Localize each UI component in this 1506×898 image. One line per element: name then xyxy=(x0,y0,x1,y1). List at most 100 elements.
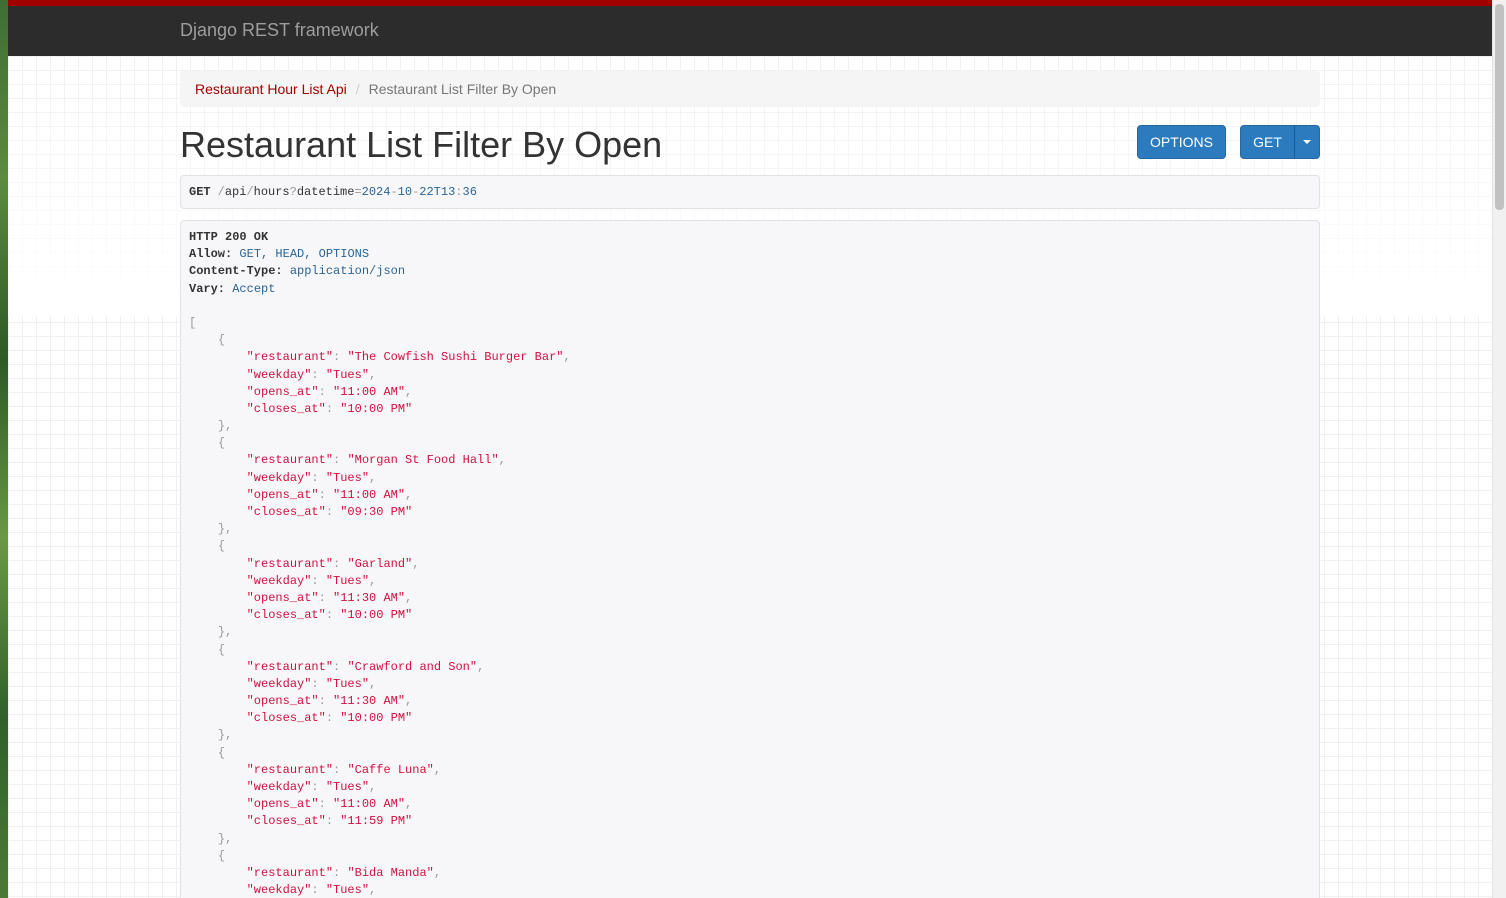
json-key: "weekday" xyxy=(246,883,312,898)
json-value-restaurant: "Bida Manda" xyxy=(347,865,434,880)
header-key: Content-Type: xyxy=(189,264,283,279)
json-line: }, xyxy=(189,831,1311,848)
json-bracket: [ xyxy=(189,315,197,330)
query-value-part: 22T13 xyxy=(419,185,456,199)
json-brace: { xyxy=(217,436,226,451)
json-line: "opens_at": "11:00 AM", xyxy=(189,796,1311,813)
json-line: { xyxy=(189,435,1311,452)
json-value-weekday: "Tues" xyxy=(325,367,370,382)
json-line: "weekday": "Tues", xyxy=(189,882,1311,898)
json-value-restaurant: "Morgan St Food Hall" xyxy=(347,453,499,468)
json-colon: : xyxy=(318,797,334,812)
json-colon: : xyxy=(311,470,326,485)
json-key: "restaurant" xyxy=(246,453,334,468)
breadcrumb: Restaurant Hour List Api / Restaurant Li… xyxy=(180,71,1320,107)
json-comma: , xyxy=(498,453,506,468)
json-line: "weekday": "Tues", xyxy=(189,367,1311,384)
json-value-opens-at: "11:30 AM" xyxy=(333,590,406,605)
json-comma: , xyxy=(369,883,377,898)
json-line: }, xyxy=(189,727,1311,744)
json-comma: , xyxy=(412,556,420,571)
json-colon: : xyxy=(333,659,348,674)
breadcrumb-current: Restaurant List Filter By Open xyxy=(368,81,557,97)
json-key: "restaurant" xyxy=(246,762,334,777)
json-line: "closes_at": "10:00 PM" xyxy=(189,710,1311,727)
json-line: "restaurant": "The Cowfish Sushi Burger … xyxy=(189,349,1311,366)
json-line: "weekday": "Tues", xyxy=(189,779,1311,796)
json-line: "closes_at": "11:59 PM" xyxy=(189,813,1311,830)
json-line: "opens_at": "11:30 AM", xyxy=(189,590,1311,607)
json-colon: : xyxy=(325,505,341,519)
json-comma: , xyxy=(369,470,377,485)
json-line: { xyxy=(189,848,1311,865)
options-button[interactable]: OPTIONS xyxy=(1137,125,1226,159)
json-key: "weekday" xyxy=(246,573,312,588)
json-value-opens-at: "11:30 AM" xyxy=(333,694,406,709)
path-separator: / xyxy=(246,185,254,199)
json-brace: { xyxy=(217,848,226,863)
json-value-closes-at: "10:00 PM" xyxy=(340,401,413,416)
json-value-opens-at: "11:00 AM" xyxy=(333,797,406,812)
json-value-restaurant: "Caffe Luna" xyxy=(347,762,434,777)
json-colon: : xyxy=(325,711,341,726)
json-comma: , xyxy=(477,659,485,674)
json-key: "restaurant" xyxy=(246,556,334,571)
json-comma: , xyxy=(405,590,413,605)
json-value-weekday: "Tues" xyxy=(325,573,370,588)
json-comma: , xyxy=(405,797,413,812)
json-line: { xyxy=(189,642,1311,659)
breadcrumb-link-restaurant-hour-list-api[interactable]: Restaurant Hour List Api xyxy=(195,81,347,97)
header-key: Allow: xyxy=(189,247,233,262)
json-comma: , xyxy=(405,487,413,502)
get-button[interactable]: GET xyxy=(1240,125,1295,159)
json-body: [ { "restaurant": "The Cowfish Sushi Bur… xyxy=(189,315,1311,898)
json-line: "opens_at": "11:00 AM", xyxy=(189,487,1311,504)
json-line: }, xyxy=(189,624,1311,641)
json-key: "closes_at" xyxy=(246,711,326,726)
json-colon: : xyxy=(318,487,334,502)
json-key: "opens_at" xyxy=(246,694,319,709)
json-key: "closes_at" xyxy=(246,401,326,416)
json-comma: , xyxy=(369,573,377,588)
scrollbar-thumb[interactable] xyxy=(1495,4,1504,210)
json-key: "opens_at" xyxy=(246,384,319,399)
get-format-dropdown-button[interactable] xyxy=(1294,125,1320,159)
query-value-part: 36 xyxy=(462,185,477,199)
json-line: }, xyxy=(189,521,1311,538)
json-value-closes-at: "09:30 PM" xyxy=(340,505,413,519)
json-value-closes-at: "10:00 PM" xyxy=(340,608,413,623)
json-line: { xyxy=(189,538,1311,555)
breadcrumb-separator: / xyxy=(355,81,360,97)
json-colon: : xyxy=(333,453,348,468)
page-header: Restaurant List Filter By Open OPTIONS G… xyxy=(180,125,1320,183)
json-comma: , xyxy=(369,780,377,794)
header-key: Vary: xyxy=(189,281,226,296)
json-key: "closes_at" xyxy=(246,505,326,519)
navbar-brand[interactable]: Django REST framework xyxy=(180,20,379,41)
json-value-opens-at: "11:00 AM" xyxy=(333,487,406,502)
json-key: "restaurant" xyxy=(246,865,334,880)
json-colon: : xyxy=(333,556,348,571)
json-comma: , xyxy=(405,694,413,709)
json-colon: : xyxy=(333,762,348,777)
navbar: Django REST framework xyxy=(8,0,1492,56)
query-value-dash: - xyxy=(390,185,398,199)
json-line: { xyxy=(189,332,1311,349)
json-line: "restaurant": "Crawford and Son", xyxy=(189,659,1311,676)
json-comma: , xyxy=(369,367,377,382)
json-brace: { xyxy=(217,642,226,657)
json-key: "weekday" xyxy=(246,780,312,794)
json-value-restaurant: "Garland" xyxy=(347,556,413,571)
json-key: "closes_at" xyxy=(246,814,326,829)
json-comma: , xyxy=(433,762,442,777)
json-line: [ xyxy=(189,315,1311,332)
query-start: ? xyxy=(289,185,297,199)
query-value-part: 10 xyxy=(397,185,413,199)
response-header: Vary: Accept xyxy=(189,281,1311,298)
vertical-scrollbar[interactable] xyxy=(1492,0,1506,898)
json-key: "weekday" xyxy=(246,367,312,382)
status-line: HTTP 200 OK xyxy=(189,230,269,244)
json-line: "restaurant": "Bida Manda", xyxy=(189,865,1311,882)
json-value-restaurant: "The Cowfish Sushi Burger Bar" xyxy=(347,350,564,365)
